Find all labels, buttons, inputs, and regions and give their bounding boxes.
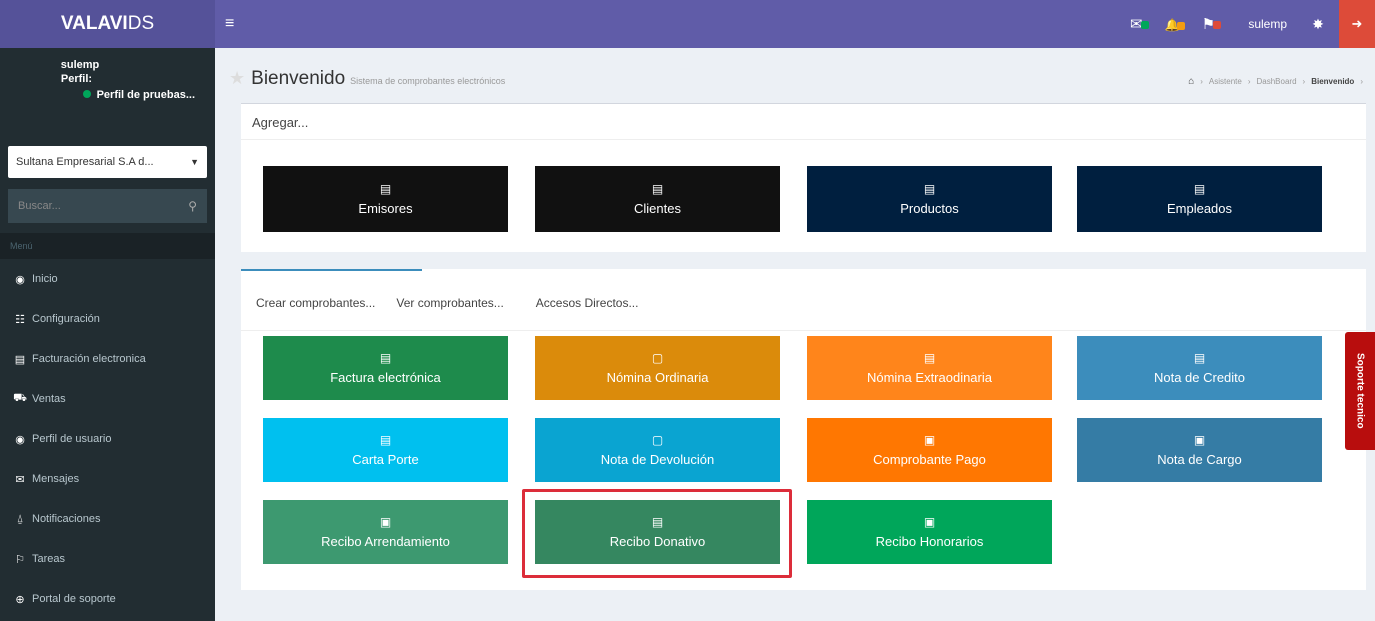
- sidebar-user-name: sulemp: [60, 59, 100, 71]
- agregar-box-title: Agregar...: [241, 104, 1366, 140]
- envelope-icon: ✉: [15, 473, 25, 486]
- file-icon: ▤: [651, 515, 664, 529]
- recibo-honorarios-button[interactable]: ▣ Recibo Honorarios: [807, 500, 1052, 564]
- clientes-button[interactable]: ▤ Clientes: [535, 166, 780, 232]
- file-icon: ▤: [1193, 182, 1206, 196]
- breadcrumb-current: Bienvenido: [1311, 77, 1355, 86]
- flag-icon: ⚐: [15, 553, 25, 566]
- recibo-arrendamiento-button[interactable]: ▣ Recibo Arrendamiento: [263, 500, 508, 564]
- star-icon[interactable]: ★: [229, 68, 245, 89]
- search-placeholder: Buscar...: [18, 200, 61, 212]
- breadcrumb: ⌂ › Asistente › DashBoard › Bienvenido ›: [1188, 76, 1363, 87]
- online-status-icon: [82, 90, 91, 98]
- messages-icon[interactable]: ✉: [1121, 15, 1151, 33]
- user-icon: ◉: [15, 433, 25, 446]
- productos-button[interactable]: ▤ Productos: [807, 166, 1052, 232]
- factura-electronica-button[interactable]: ▤ Factura electrónica: [263, 336, 508, 400]
- app-logo[interactable]: VALAVI DS: [0, 0, 215, 48]
- tab-ver-comprobantes[interactable]: Ver comprobantes...: [396, 290, 503, 310]
- nomina-ordinaria-button[interactable]: ▢ Nómina Ordinaria: [535, 336, 780, 400]
- logout-icon[interactable]: ➜: [1339, 0, 1375, 48]
- home-icon[interactable]: ⌂: [1188, 76, 1194, 87]
- emisores-button[interactable]: ▤ Emisores: [263, 166, 508, 232]
- file-icon: ▤: [379, 182, 392, 196]
- sidebar: sulemp Perfil: Perfil de pruebas... Sult…: [0, 48, 215, 621]
- sidebar-item-tareas[interactable]: ⚐ Tareas: [0, 539, 215, 579]
- sidebar-item-mensajes[interactable]: ✉ Mensajes: [0, 459, 215, 499]
- notifications-bell-icon[interactable]: 🔔: [1157, 16, 1187, 33]
- recibo-donativo-button[interactable]: ▤ Recibo Donativo: [535, 500, 780, 564]
- user-panel: sulemp Perfil: Perfil de pruebas...: [0, 48, 215, 146]
- nomina-extraordinaria-button[interactable]: ▤ Nómina Extraodinaria: [807, 336, 1052, 400]
- support-tab[interactable]: Soporte tecnico: [1345, 332, 1375, 450]
- dashboard-icon: ◉: [15, 273, 25, 286]
- sidebar-item-facturacion[interactable]: ▤ Facturación electronica: [0, 339, 215, 379]
- tasks-flag-icon[interactable]: ⚑: [1193, 15, 1223, 33]
- tab-accesos-directos[interactable]: Accesos Directos...: [536, 290, 639, 310]
- profile-status: Perfil de pruebas...: [0, 88, 195, 102]
- agregar-box: Agregar... ▤ Emisores ▤ Clientes ▤ Producto…: [241, 103, 1366, 252]
- search-icon[interactable]: ⚲: [188, 199, 197, 213]
- sidebar-search-input[interactable]: Buscar... ⚲: [8, 189, 207, 223]
- file-icon: ▤: [651, 182, 664, 196]
- page-title: Bienvenido: [251, 68, 346, 89]
- top-navbar: VALAVI DS ≡ ✉ 🔔 ⚑ sulemp ✸ ➜: [0, 0, 1375, 48]
- nota-devolucion-button[interactable]: ▢ Nota de Devolución: [535, 418, 780, 482]
- file-icon: ▤: [923, 351, 936, 365]
- profile-label: Perfil:: [60, 73, 93, 85]
- comprobante-pago-button[interactable]: ▣ Comprobante Pago: [807, 418, 1052, 482]
- menu-toggle-icon[interactable]: ≡: [225, 15, 234, 33]
- comprobantes-box: Crear comprobantes... Ver comprobantes..…: [241, 269, 1366, 590]
- carta-porte-button[interactable]: ▤ Carta Porte: [263, 418, 508, 482]
- sidebar-item-ventas[interactable]: ⛟ Ventas: [0, 379, 215, 419]
- sidebar-item-inicio[interactable]: ◉ Inicio: [0, 259, 215, 299]
- company-select-value: Sultana Empresarial S.A d...: [16, 156, 154, 168]
- invoice-icon: ▤: [14, 353, 26, 366]
- file-icon: ▤: [923, 182, 936, 196]
- file-text-icon: ▣: [923, 433, 936, 447]
- file-text-icon: ▣: [379, 515, 392, 529]
- gear-icon[interactable]: ✸: [1303, 16, 1333, 33]
- file-icon: ▤: [1193, 351, 1206, 365]
- brand-rest: DS: [127, 13, 155, 34]
- brand-bold: VALAVI: [60, 13, 128, 34]
- page-header: ★ Bienvenido Sistema de comprobantes ele…: [229, 68, 505, 90]
- file-text-icon: ▣: [923, 515, 936, 529]
- company-select[interactable]: Sultana Empresarial S.A d... ▼: [8, 146, 207, 178]
- sidebar-item-configuracion[interactable]: ☷ Configuración: [0, 299, 215, 339]
- breadcrumb-dashboard[interactable]: DashBoard: [1257, 77, 1297, 86]
- file-icon: ▤: [379, 433, 392, 447]
- truck-icon: ⛟: [13, 392, 27, 404]
- nota-credito-button[interactable]: ▤ Nota de Credito: [1077, 336, 1322, 400]
- file-outline-icon: ▢: [651, 351, 664, 365]
- file-icon: ▤: [379, 351, 392, 365]
- file-outline-icon: ▢: [651, 433, 664, 447]
- caret-down-icon: ▼: [190, 157, 199, 167]
- sidebar-item-perfil[interactable]: ◉ Perfil de usuario: [0, 419, 215, 459]
- tab-crear-comprobantes[interactable]: Crear comprobantes...: [256, 290, 375, 310]
- active-tab-indicator: [241, 269, 422, 271]
- user-menu[interactable]: sulemp: [1248, 17, 1287, 31]
- sidebar-item-notificaciones[interactable]: ⍙ Notificaciones: [0, 499, 215, 539]
- support-icon: ⊕: [15, 593, 25, 606]
- empleados-button[interactable]: ▤ Empleados: [1077, 166, 1322, 232]
- bell-icon: ⍙: [16, 512, 24, 525]
- file-text-icon: ▣: [1193, 433, 1206, 447]
- menu-header: Menú: [0, 233, 215, 259]
- breadcrumb-asistente[interactable]: Asistente: [1209, 77, 1242, 86]
- settings-icon: ☷: [15, 313, 25, 326]
- nota-cargo-button[interactable]: ▣ Nota de Cargo: [1077, 418, 1322, 482]
- tab-bar: Crear comprobantes... Ver comprobantes..…: [241, 269, 1366, 331]
- sidebar-item-portal-soporte[interactable]: ⊕ Portal de soporte: [0, 579, 215, 619]
- page-subtitle: Sistema de comprobantes electrónicos: [350, 76, 506, 86]
